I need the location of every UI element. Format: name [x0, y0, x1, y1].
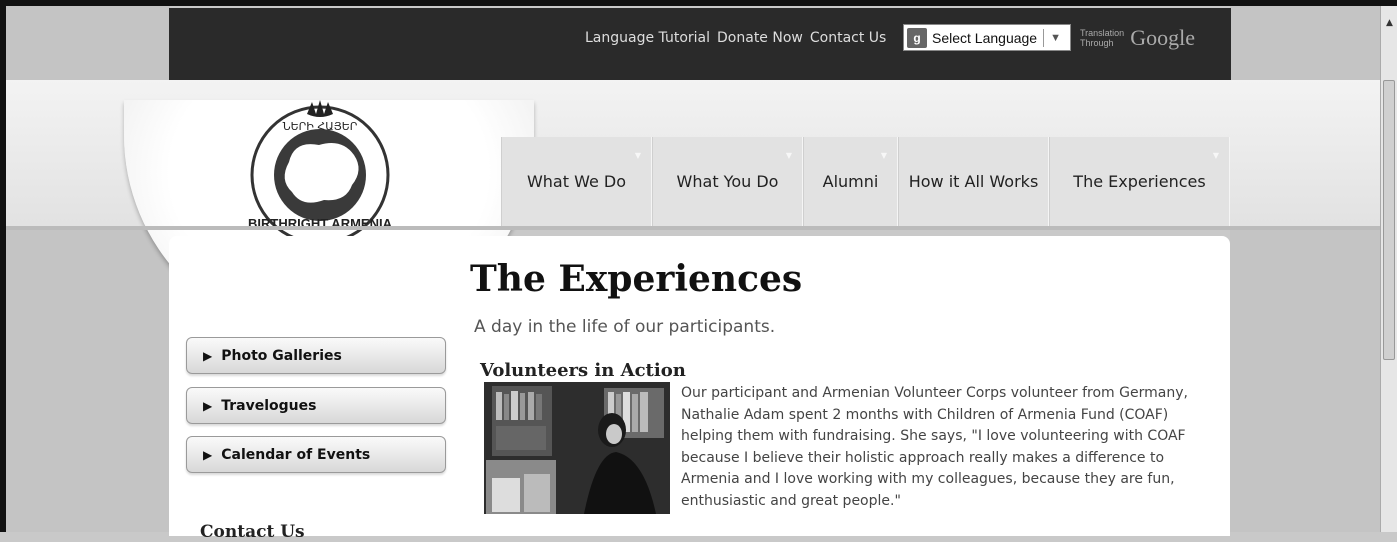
- google-logo-text: Google: [1130, 25, 1195, 50]
- language-select[interactable]: g Select Language ▼: [903, 24, 1071, 51]
- translation-through-label: Translation Through: [1080, 28, 1125, 48]
- volunteer-photo: [484, 382, 670, 514]
- nav-label: How it All Works: [908, 172, 1039, 191]
- nav-how-it-all-works[interactable]: How it All Works: [898, 137, 1049, 226]
- nav-alumni[interactable]: ▼ Alumni: [803, 137, 898, 226]
- scrollbar-thumb[interactable]: [1383, 80, 1395, 360]
- page-subtitle: A day in the life of our participants.: [474, 317, 776, 337]
- chevron-down-icon: ▼: [634, 151, 641, 160]
- google-translate-icon: g: [907, 27, 927, 48]
- chevron-down-icon: ▼: [1212, 151, 1219, 160]
- triangle-right-icon: ▶: [203, 348, 213, 363]
- nav-label: What We Do: [526, 172, 627, 191]
- main-nav: ▼ What We Do ▼ What You Do ▼ Alumni How …: [501, 137, 1230, 226]
- sidebar-button-label: Calendar of Events: [221, 446, 371, 463]
- article-title: Volunteers in Action: [480, 360, 686, 381]
- article-photo[interactable]: [484, 382, 670, 514]
- nav-what-we-do[interactable]: ▼ What We Do: [501, 137, 652, 226]
- page-title: The Experiences: [470, 258, 803, 300]
- google-translate-brand[interactable]: Translation Through Google: [1080, 25, 1195, 51]
- triangle-right-icon: ▶: [203, 447, 213, 462]
- calendar-of-events-button[interactable]: ▶ Calendar of Events: [186, 436, 446, 473]
- contact-heading: Contact Us: [200, 522, 305, 542]
- language-tutorial-link[interactable]: Language Tutorial: [585, 30, 710, 48]
- chevron-down-icon: ▼: [1050, 31, 1061, 44]
- chevron-down-icon: ▼: [785, 151, 792, 160]
- sidebar-button-label: Travelogues: [221, 397, 317, 414]
- chevron-down-icon: ▼: [880, 151, 887, 160]
- nav-label: What You Do: [676, 172, 779, 191]
- donate-now-link[interactable]: Donate Now: [717, 30, 803, 48]
- nav-what-you-do[interactable]: ▼ What You Do: [652, 137, 803, 226]
- travelogues-button[interactable]: ▶ Travelogues: [186, 387, 446, 424]
- logo-arc-text: ՆԵՐԻ ՀԱՅԵՐ: [283, 120, 358, 133]
- triangle-right-icon: ▶: [203, 398, 213, 413]
- nav-label: Alumni: [822, 172, 879, 191]
- language-select-value: Select Language: [932, 29, 1038, 46]
- article-body: Our participant and Armenian Volunteer C…: [681, 385, 1188, 509]
- header-shadow: [6, 226, 1380, 230]
- nav-the-experiences[interactable]: ▼ The Experiences: [1049, 137, 1230, 226]
- photo-galleries-button[interactable]: ▶ Photo Galleries: [186, 337, 446, 374]
- contact-us-link[interactable]: Contact Us: [810, 30, 886, 48]
- arrow-up-icon[interactable]: ▲: [1386, 18, 1393, 28]
- nav-label: The Experiences: [1073, 172, 1206, 191]
- top-links: Language Tutorial Donate Now Contact Us: [585, 30, 886, 48]
- select-divider: [1043, 28, 1045, 47]
- sidebar-button-label: Photo Galleries: [221, 347, 342, 364]
